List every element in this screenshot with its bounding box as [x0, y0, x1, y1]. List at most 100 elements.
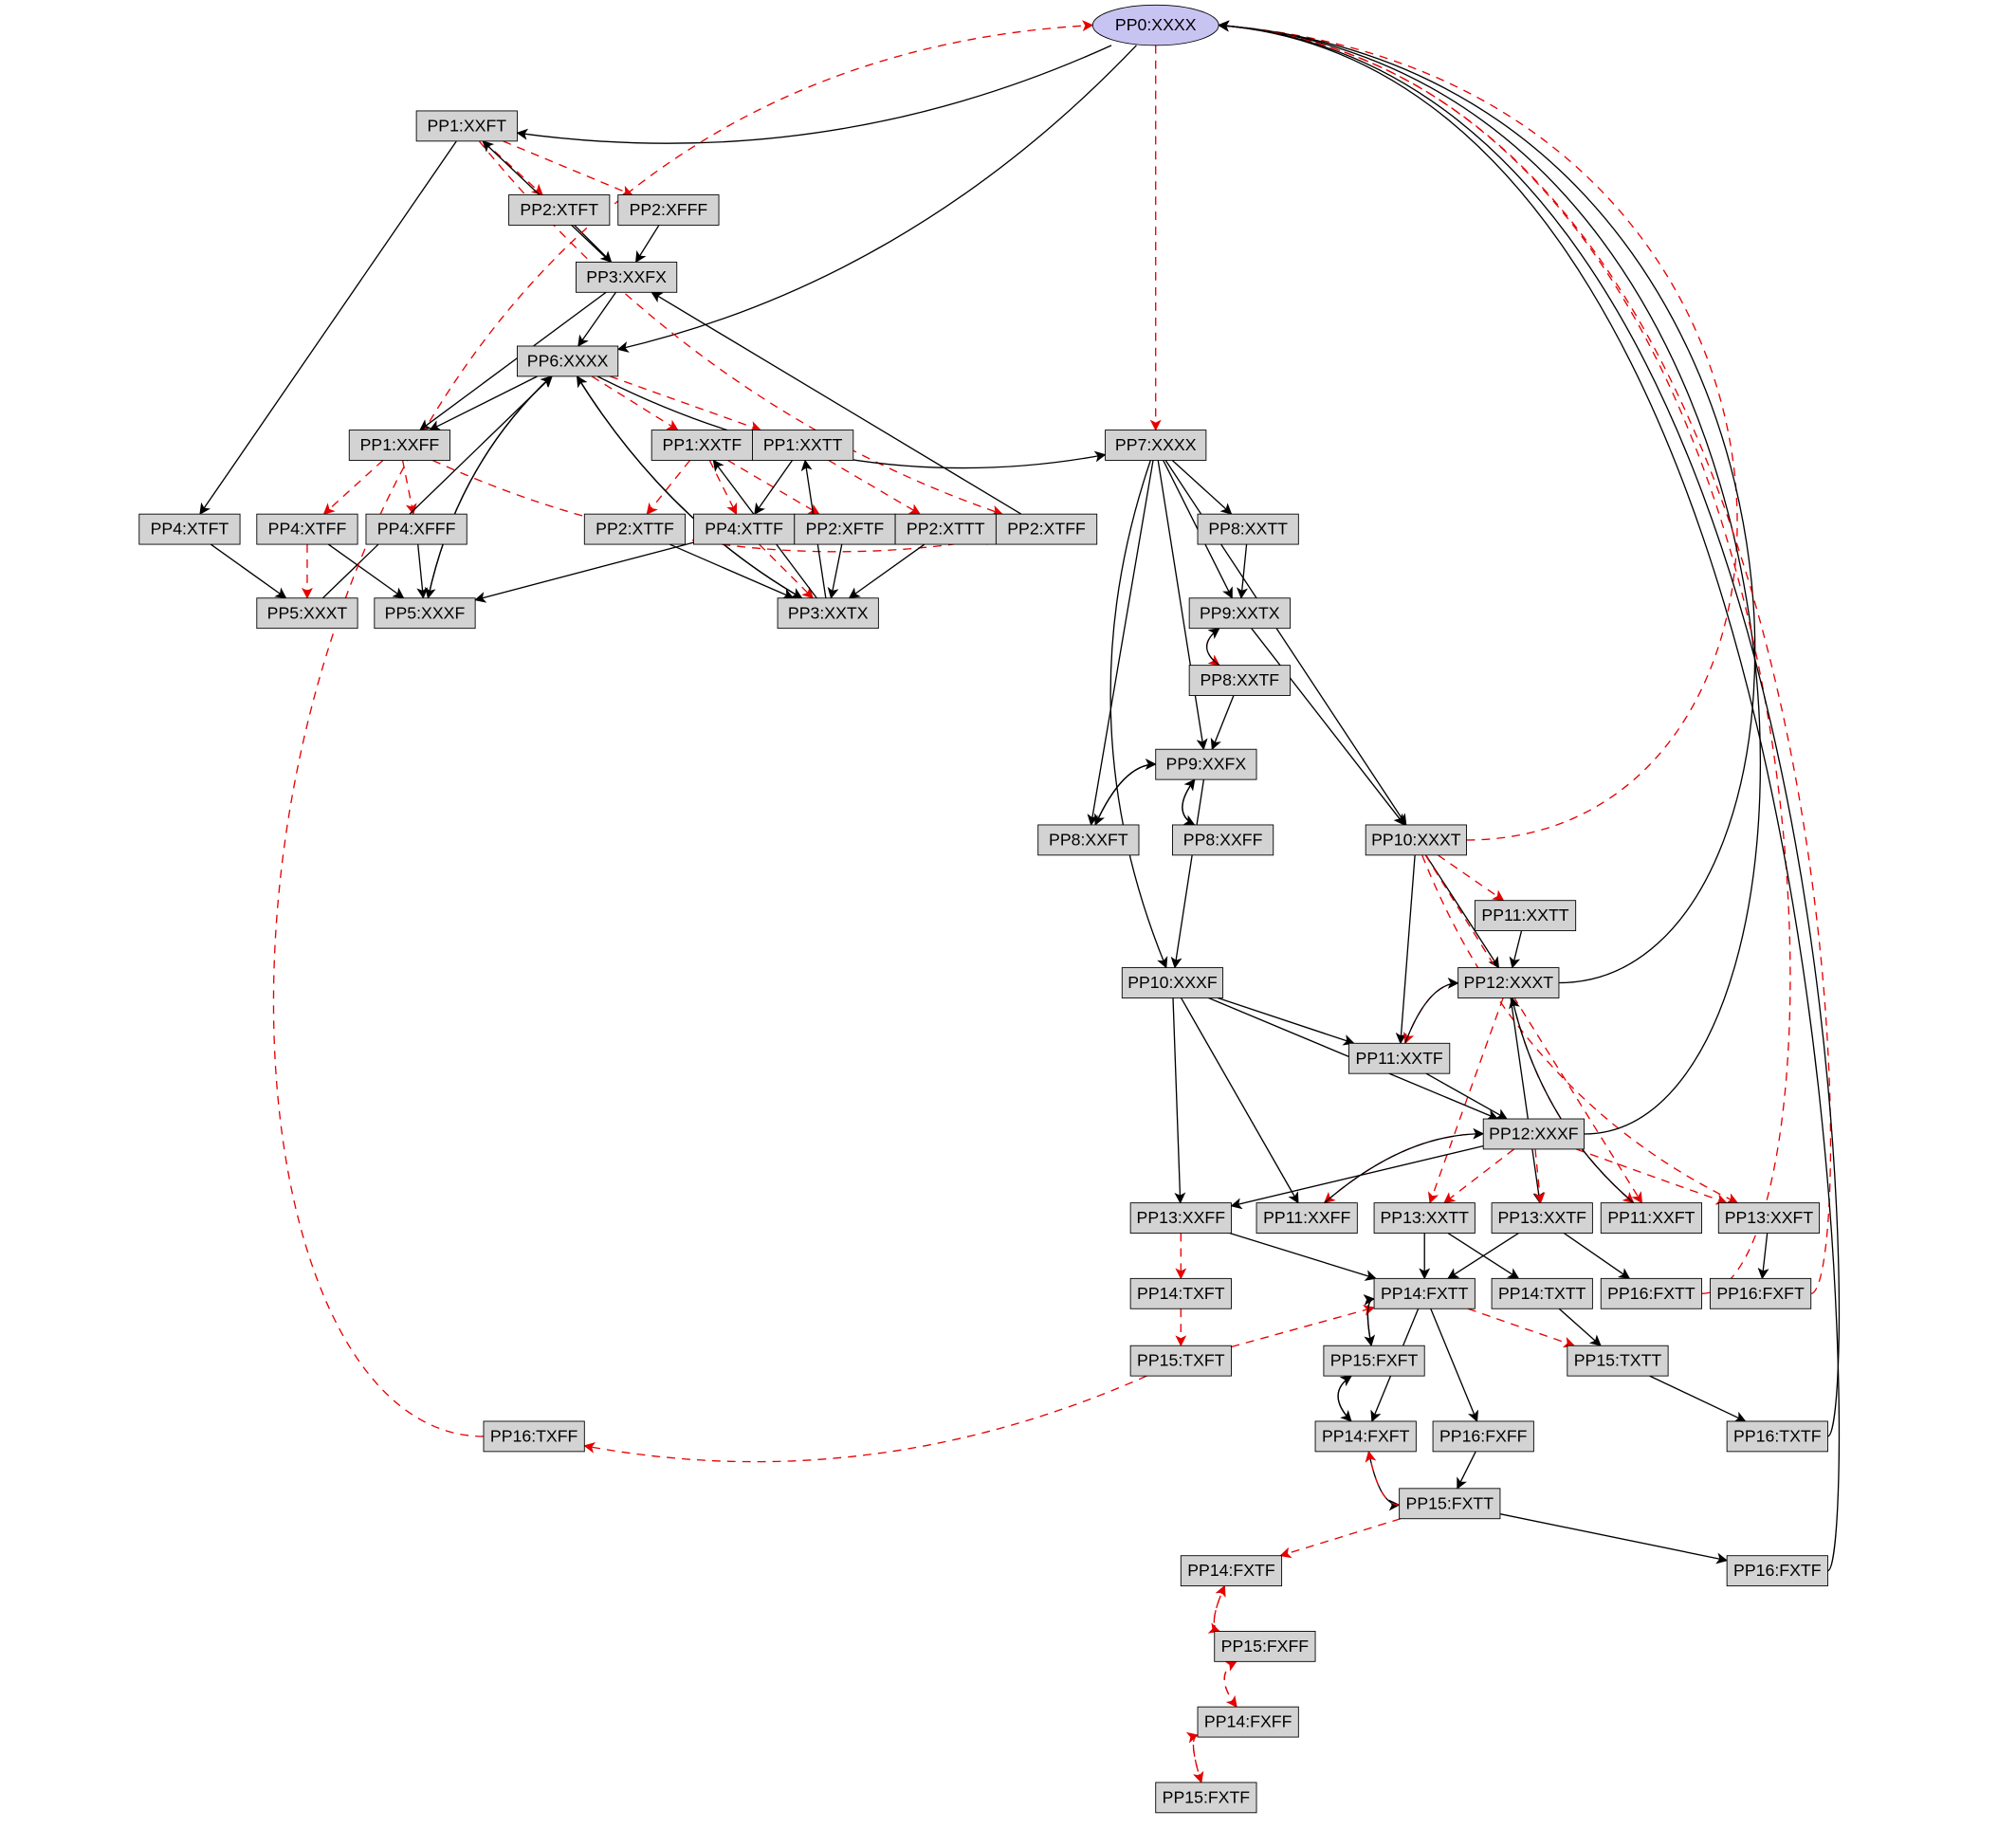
edge-PP15_TXTT-to-PP16_TXTF — [1650, 1376, 1746, 1421]
node-PP4_XFFF: PP4:XFFF — [366, 514, 467, 544]
edge-PP7_XXXX-to-PP10_XXXF — [1110, 460, 1166, 967]
edge-PP15_FXFF-to-PP14_FXTF — [1214, 1586, 1224, 1632]
node-label: PP14:TXTT — [1498, 1284, 1586, 1303]
node-label: PP15:TXTT — [1574, 1351, 1662, 1370]
node-label: PP1:XXTT — [763, 435, 843, 454]
edge-PP14_FXTT-to-PP16_FXFF — [1431, 1308, 1477, 1421]
node-label: PP1:XXFT — [427, 116, 506, 135]
node-PP4_XTTF: PP4:XTTF — [693, 514, 794, 544]
node-PP5_XXXF: PP5:XXXF — [375, 598, 475, 629]
edge-PP12_XXXT-to-PP13_XXTF — [1511, 997, 1540, 1202]
node-PP1_XXFT: PP1:XXFT — [416, 111, 517, 141]
node-PP15_TXFT: PP15:TXFT — [1130, 1345, 1231, 1376]
node-label: PP10:XXXF — [1127, 973, 1218, 992]
node-PP10_XXXT: PP10:XXXT — [1366, 825, 1466, 855]
edge-PP6_XXXX-to-PP1_XXFF — [430, 376, 537, 430]
node-label: PP10:XXXT — [1371, 830, 1461, 849]
edge-PP16_FXFF-to-PP15_FXTT — [1457, 1452, 1476, 1489]
node-PP16_FXTT: PP16:FXTT — [1601, 1278, 1701, 1308]
node-PP15_FXFT: PP15:FXFT — [1324, 1345, 1424, 1376]
node-label: PP7:XXXX — [1115, 435, 1197, 454]
edge-PP14_FXFF-to-PP15_FXTF — [1193, 1735, 1201, 1783]
edge-PP10_XXXF-to-PP11_XXTF — [1218, 997, 1354, 1043]
node-label: PP15:FXFT — [1330, 1351, 1419, 1370]
node-PP16_TXFF: PP16:TXFF — [484, 1421, 584, 1452]
edge-PP9_XXFX-to-PP10_XXXF — [1175, 779, 1204, 967]
node-label: PP4:XTFT — [151, 520, 229, 539]
edge-PP2_XTTF-to-PP3_XXTX — [669, 544, 793, 598]
edge-PP13_XXFT-to-PP16_FXFT — [1762, 1234, 1767, 1279]
node-PP13_XXFT: PP13:XXFT — [1718, 1203, 1819, 1234]
edge-PP1_XXTT-to-PP4_XTTF — [755, 460, 793, 514]
node-label: PP8:XXTF — [1201, 670, 1280, 689]
node-label: PP11:XXTF — [1356, 1049, 1443, 1068]
edge-PP4_XTTF-to-PP5_XXXF — [475, 542, 693, 600]
node-PP13_XXTT: PP13:XXTT — [1374, 1203, 1475, 1234]
node-PP13_XXTF: PP13:XXTF — [1492, 1203, 1592, 1234]
edge-PP15_FXTT-to-PP16_FXTF — [1500, 1514, 1727, 1561]
edge-PP7_XXXX-to-PP8_XXFT — [1091, 460, 1153, 824]
node-PP11_XXFT: PP11:XXFT — [1601, 1203, 1701, 1234]
node-PP14_FXTF: PP14:FXTF — [1181, 1556, 1281, 1586]
edge-PP1_XXFF-to-PP4_XTFF — [323, 460, 382, 514]
node-label: PP8:XXFF — [1183, 830, 1263, 849]
edge-PP2_XFFF-to-PP3_XXFX — [636, 225, 659, 262]
node-PP2_XFTF: PP2:XFTF — [795, 514, 895, 544]
node-label: PP16:FXFF — [1439, 1426, 1528, 1445]
node-label: PP3:XXTX — [788, 603, 869, 622]
node-label: PP11:XXFF — [1263, 1208, 1350, 1227]
node-PP15_FXTT: PP15:FXTT — [1400, 1489, 1500, 1519]
node-label: PP8:XXFT — [1049, 830, 1128, 849]
edge-PP1_XXTT-to-PP2_XTTT — [829, 460, 920, 514]
edge-PP12_XXXF-to-PP13_XXTT — [1444, 1149, 1514, 1203]
edge-PP11_XXTF-to-PP12_XXXT — [1405, 983, 1458, 1043]
edge-PP8_XXTF-to-PP9_XXTX — [1207, 629, 1219, 666]
edge-PP4_XTFF-to-PP5_XXXF — [328, 544, 403, 598]
node-label: PP2:XTTF — [596, 520, 674, 539]
edge-PP1_XXTF-to-PP2_XTTF — [647, 460, 689, 514]
node-PP5_XXXT: PP5:XXXT — [257, 598, 357, 629]
edge-PP4_XFFF-to-PP5_XXXF — [418, 544, 424, 598]
node-label: PP13:XXFF — [1137, 1208, 1226, 1227]
edge-PP12_XXXF-to-PP13_XXFF — [1231, 1146, 1483, 1206]
node-PP1_XXTF: PP1:XXTF — [651, 430, 752, 461]
node-label: PP9:XXFX — [1166, 755, 1247, 774]
edge-PP0_XXXX-to-PP1_XXFT — [517, 46, 1111, 143]
node-label: PP2:XTFT — [520, 200, 598, 219]
node-PP12_XXXT: PP12:XXXT — [1458, 968, 1559, 998]
node-PP12_XXXF: PP12:XXXF — [1483, 1119, 1584, 1149]
edge-PP10_XXXF-to-PP13_XXFF — [1173, 997, 1181, 1202]
node-label: PP16:FXTF — [1733, 1561, 1822, 1580]
edge-PP14_FXFT-to-PP15_FXTT — [1368, 1452, 1399, 1505]
edge-PP16_FXTT-to-PP0_XXXX — [1219, 26, 1790, 1294]
edge-PP16_TXFF-to-PP0_XXXX — [273, 26, 1092, 1436]
edge-PP15_TXFT-to-PP14_FXTT — [1231, 1308, 1374, 1347]
node-label: PP8:XXTT — [1208, 520, 1288, 539]
edge-PP9_XXTX-to-PP10_XXXT — [1252, 629, 1404, 825]
edge-PP6_XXXX-to-PP1_XXTT — [610, 376, 761, 430]
edge-PP15_FXFF-to-PP14_FXFF — [1224, 1661, 1237, 1707]
node-PP10_XXXF: PP10:XXXF — [1122, 968, 1222, 998]
node-label: PP11:XXFT — [1607, 1208, 1695, 1227]
edge-PP2_XTTT-to-PP3_XXTX — [850, 544, 925, 598]
node-PP15_FXFF: PP15:FXFF — [1215, 1631, 1315, 1661]
edge-PP16_FXTF-to-PP0_XXXX — [1219, 26, 1839, 1571]
node-PP3_XXFX: PP3:XXFX — [576, 262, 676, 292]
edge-PP16_FXFT-to-PP0_XXXX — [1219, 26, 1830, 1294]
edge-PP12_XXXT-to-PP11_XXFT — [1512, 997, 1633, 1202]
edge-PP5_XXXF-to-PP6_XXXX — [428, 376, 551, 598]
edge-PP12_XXXF-to-PP11_XXFF — [1325, 1134, 1484, 1203]
node-PP8_XXTF: PP8:XXTF — [1189, 666, 1290, 696]
node-PP14_TXFT: PP14:TXFT — [1130, 1278, 1231, 1308]
node-PP14_TXTT: PP14:TXTT — [1492, 1278, 1592, 1308]
edge-PP15_FXTF-to-PP14_FXFF — [1193, 1735, 1201, 1783]
edge-PP13_XXFF-to-PP14_FXTT — [1230, 1234, 1376, 1279]
edge-PP14_FXTT-to-PP15_TXTT — [1468, 1308, 1574, 1345]
edge-PP1_XXTF-to-PP4_XTTF — [709, 460, 736, 514]
edge-PP8_XXTF-to-PP9_XXFX — [1212, 696, 1234, 750]
node-label: PP15:FXFF — [1221, 1637, 1310, 1656]
node-label: PP14:TXFT — [1137, 1284, 1225, 1303]
node-label: PP4:XTFF — [268, 520, 347, 539]
node-PP11_XXTF: PP11:XXTF — [1348, 1043, 1449, 1073]
edge-PP15_FXTT-to-PP14_FXTF — [1280, 1519, 1401, 1556]
